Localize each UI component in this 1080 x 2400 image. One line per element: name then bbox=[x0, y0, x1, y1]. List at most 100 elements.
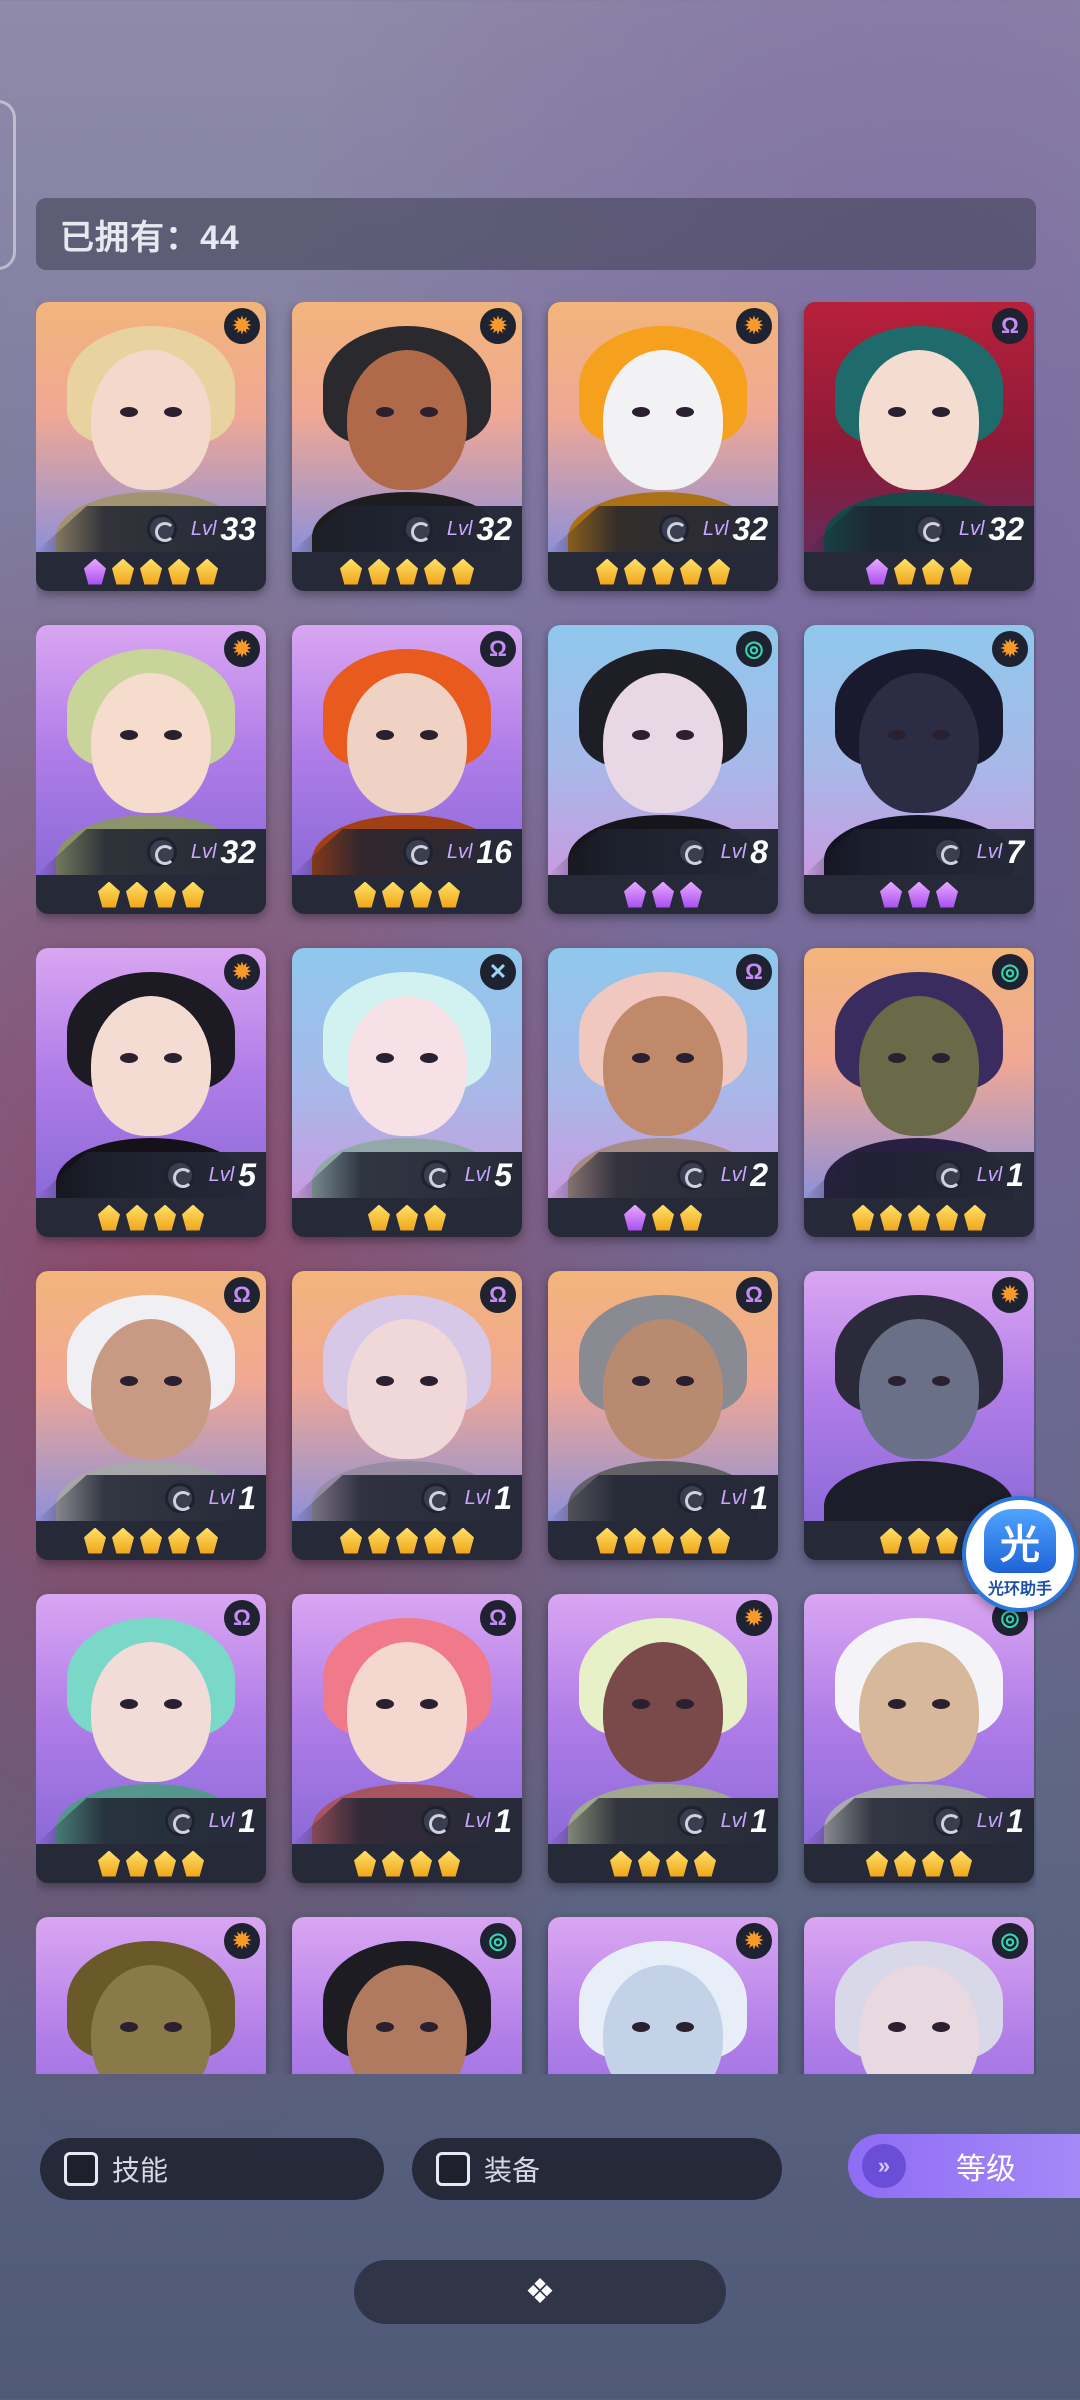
star-rating bbox=[36, 552, 266, 591]
hero-card[interactable]: Ω Lvl 2 bbox=[548, 948, 778, 1237]
gold-gem-icon bbox=[610, 1850, 632, 1877]
hero-card[interactable]: Ω Lvl 1 bbox=[36, 1594, 266, 1883]
gold-gem-icon bbox=[182, 1850, 204, 1877]
hero-card[interactable]: ◎ Lvl 1 bbox=[804, 948, 1034, 1237]
gold-gem-icon bbox=[340, 558, 362, 585]
gold-gem-icon bbox=[936, 1527, 958, 1554]
gold-gem-icon bbox=[950, 1850, 972, 1877]
hero-card[interactable]: ✹ bbox=[36, 1917, 266, 2074]
gold-gem-icon bbox=[410, 1850, 432, 1877]
gold-gem-icon bbox=[382, 881, 404, 908]
hero-card[interactable]: ◎ Lvl 8 bbox=[548, 625, 778, 914]
hero-portrait: ◎ bbox=[804, 1917, 1034, 2074]
gold-gem-icon bbox=[196, 1527, 218, 1554]
hero-card[interactable]: ◎ bbox=[804, 1917, 1034, 2074]
skill-progress-icon bbox=[146, 837, 177, 867]
hero-card[interactable]: ✹ Lvl 32 bbox=[292, 302, 522, 591]
gold-gem-icon bbox=[624, 558, 646, 585]
sort-by-level-button[interactable]: » 等级 bbox=[848, 2134, 1080, 2198]
hero-card[interactable]: Ω Lvl 1 bbox=[548, 1271, 778, 1560]
hero-card[interactable]: ◎ bbox=[292, 1917, 522, 2074]
star-rating bbox=[36, 875, 266, 914]
hero-portrait: ✹ bbox=[548, 1917, 778, 2074]
level-prefix: Lvl bbox=[720, 1163, 747, 1186]
hero-card[interactable]: ✹ bbox=[548, 1917, 778, 2074]
star-rating bbox=[548, 1198, 778, 1237]
gold-gem-icon bbox=[438, 881, 460, 908]
skill-progress-icon bbox=[420, 1483, 451, 1513]
gold-gem-icon bbox=[708, 558, 730, 585]
hero-level: 32 bbox=[732, 510, 768, 547]
gold-gem-icon bbox=[424, 558, 446, 585]
star-rating bbox=[292, 875, 522, 914]
hero-portrait: ✹ bbox=[36, 1917, 266, 2074]
equip-filter[interactable]: 装备 bbox=[412, 2138, 782, 2200]
hero-card[interactable]: Ω Lvl 32 bbox=[804, 302, 1034, 591]
purple-gem-icon bbox=[624, 881, 646, 908]
purple-gem-icon bbox=[84, 558, 106, 585]
equip-checkbox[interactable] bbox=[436, 2152, 470, 2186]
skill-filter[interactable]: 技能 bbox=[40, 2138, 384, 2200]
hero-card[interactable]: Ω Lvl 1 bbox=[292, 1594, 522, 1883]
skill-progress-icon bbox=[146, 514, 177, 544]
equip-filter-label: 装备 bbox=[484, 2155, 541, 2186]
hero-card[interactable]: ◎ Lvl 1 bbox=[804, 1594, 1034, 1883]
gold-gem-icon bbox=[396, 558, 418, 585]
star-rating bbox=[292, 1198, 522, 1237]
expand-icon: ❖ bbox=[524, 2273, 556, 2311]
hero-level: 16 bbox=[476, 833, 512, 870]
gold-gem-icon bbox=[452, 1527, 474, 1554]
gold-gem-icon bbox=[154, 881, 176, 908]
star-rating bbox=[36, 1198, 266, 1237]
side-drawer-tab[interactable] bbox=[0, 100, 16, 270]
hero-level: 32 bbox=[220, 833, 256, 870]
gold-gem-icon bbox=[126, 881, 148, 908]
level-prefix: Lvl bbox=[464, 1163, 491, 1186]
skill-filter-label: 技能 bbox=[112, 2155, 169, 2186]
hero-card[interactable]: Ω Lvl 1 bbox=[36, 1271, 266, 1560]
hero-card[interactable]: ✹ Lvl 32 bbox=[548, 302, 778, 591]
level-prefix: Lvl bbox=[958, 517, 985, 540]
gold-gem-icon bbox=[708, 1527, 730, 1554]
hero-card[interactable]: ✹ Lvl 1 bbox=[548, 1594, 778, 1883]
hero-card[interactable]: ✹ Lvl 7 bbox=[804, 625, 1034, 914]
omega-class-icon: Ω bbox=[992, 308, 1028, 344]
gold-gem-icon bbox=[852, 1204, 874, 1231]
hero-level: 1 bbox=[1006, 1156, 1024, 1193]
hero-card[interactable]: Ω Lvl 1 bbox=[292, 1271, 522, 1560]
hero-card[interactable]: Ω Lvl 16 bbox=[292, 625, 522, 914]
level-prefix: Lvl bbox=[720, 840, 747, 863]
hero-card[interactable]: ✹ Lvl 33 bbox=[36, 302, 266, 591]
gold-gem-icon bbox=[168, 558, 190, 585]
helper-badge-label: 光环助手 bbox=[987, 1581, 1052, 1598]
level-prefix: Lvl bbox=[190, 840, 217, 863]
sun-class-icon: ✹ bbox=[992, 631, 1028, 667]
purple-gem-icon bbox=[680, 881, 702, 908]
gold-gem-icon bbox=[196, 558, 218, 585]
hero-card[interactable]: ✹ Lvl 5 bbox=[36, 948, 266, 1237]
owned-count-bar: 已拥有：44 bbox=[36, 198, 1036, 270]
omega-class-icon: Ω bbox=[480, 631, 516, 667]
helper-badge[interactable]: 光 光环助手 bbox=[962, 1496, 1078, 1612]
skill-checkbox[interactable] bbox=[64, 2152, 98, 2186]
gold-gem-icon bbox=[652, 1527, 674, 1554]
skill-progress-icon bbox=[676, 837, 707, 867]
gold-gem-icon bbox=[340, 1527, 362, 1554]
hero-card[interactable]: ✹ Lvl 32 bbox=[36, 625, 266, 914]
star-rating bbox=[292, 1521, 522, 1560]
gold-gem-icon bbox=[680, 1527, 702, 1554]
purple-gem-icon bbox=[866, 558, 888, 585]
bottom-expand-button[interactable]: ❖ bbox=[354, 2260, 726, 2324]
hero-card[interactable]: ✕ Lvl 5 bbox=[292, 948, 522, 1237]
gold-gem-icon bbox=[424, 1527, 446, 1554]
skill-progress-icon bbox=[676, 1806, 707, 1836]
omega-class-icon: Ω bbox=[480, 1277, 516, 1313]
gold-gem-icon bbox=[368, 1204, 390, 1231]
omega-class-icon: Ω bbox=[736, 1277, 772, 1313]
star-rating bbox=[804, 1844, 1034, 1883]
level-prefix: Lvl bbox=[208, 1163, 235, 1186]
gold-gem-icon bbox=[126, 1204, 148, 1231]
gold-gem-icon bbox=[354, 881, 376, 908]
sun-class-icon: ✹ bbox=[224, 308, 260, 344]
gold-gem-icon bbox=[98, 881, 120, 908]
